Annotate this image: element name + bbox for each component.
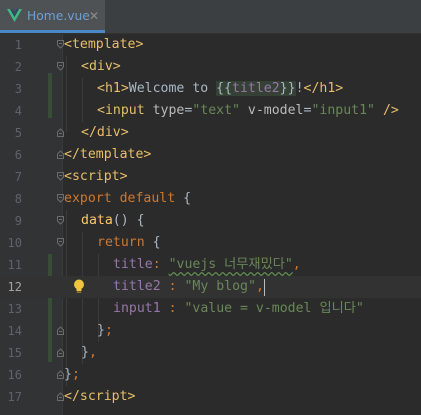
line-number: 17 — [7, 390, 22, 404]
code-text: }; — [97, 323, 113, 338]
line-number: 8 — [14, 192, 22, 206]
code-line[interactable]: 1 <template> — [0, 34, 421, 56]
line-number: 15 — [7, 346, 22, 360]
code-line[interactable]: 6 </template> — [0, 144, 421, 166]
close-icon[interactable]: ✕ — [89, 9, 99, 23]
code-text: </div> — [81, 125, 129, 140]
code-text: </script> — [64, 389, 136, 404]
code-text: data() { — [81, 213, 145, 228]
editor-tab-bar: Home.vue ✕ — [0, 0, 421, 34]
fold-icon[interactable] — [57, 348, 64, 357]
code-line[interactable]: 16 }; — [0, 364, 421, 386]
code-text: export default { — [64, 191, 192, 206]
line-number: 9 — [14, 214, 22, 228]
code-text: title2 : "My blog", — [113, 279, 264, 294]
code-line[interactable]: 4 <input type="text" v-model="input1" /> — [0, 100, 421, 122]
line-number: 12 — [7, 280, 22, 294]
fold-icon[interactable] — [57, 62, 64, 71]
code-text: <input type="text" v-model="input1" /> — [97, 103, 399, 118]
line-number: 16 — [7, 368, 22, 382]
fold-icon[interactable] — [57, 216, 64, 225]
code-line[interactable]: 11 title: "vuejs 너무재밌다", — [0, 254, 421, 276]
code-text: title: "vuejs 너무재밌다", — [113, 257, 301, 272]
code-text: <script> — [64, 169, 128, 184]
code-text: return { — [97, 235, 161, 250]
ide-window: Home.vue ✕ 1 <template> 2 <div> 3 <h1>We… — [0, 0, 421, 415]
text-caret — [264, 279, 265, 296]
code-line[interactable]: 7 <script> — [0, 166, 421, 188]
code-line[interactable]: 5 </div> — [0, 122, 421, 144]
line-number: 7 — [14, 170, 22, 184]
line-number: 2 — [14, 60, 22, 74]
code-text: </template> — [64, 147, 152, 162]
tab-filename: Home.vue — [27, 9, 90, 23]
fold-icon[interactable] — [57, 370, 64, 379]
line-number: 5 — [14, 126, 22, 140]
code-text: <h1>Welcome to {{title2}}!</h1> — [97, 81, 344, 96]
code-line[interactable]: 10 return { — [0, 232, 421, 254]
line-number: 1 — [14, 38, 22, 52]
code-line[interactable]: 17 </script> — [0, 386, 421, 408]
code-text: input1 : "value = v-model 입니다" — [113, 301, 364, 316]
code-line[interactable]: 9 data() { — [0, 210, 421, 232]
code-text: <div> — [81, 59, 121, 74]
fold-icon[interactable] — [57, 326, 64, 335]
line-number: 6 — [14, 148, 22, 162]
code-editor[interactable]: 1 <template> 2 <div> 3 <h1>Welcome to {{… — [0, 34, 421, 415]
fold-icon[interactable] — [57, 128, 64, 137]
line-number: 11 — [7, 258, 22, 272]
code-text: }; — [64, 367, 80, 382]
fold-icon[interactable] — [57, 172, 64, 181]
fold-icon[interactable] — [57, 194, 64, 203]
code-line-current[interactable]: 12 title2 : "My blog", — [0, 276, 421, 298]
fold-icon[interactable] — [57, 238, 64, 247]
line-number: 14 — [7, 324, 22, 338]
fold-icon[interactable] — [57, 150, 64, 159]
line-number: 13 — [7, 302, 22, 316]
line-number: 4 — [14, 104, 22, 118]
code-line[interactable]: 3 <h1>Welcome to {{title2}}!</h1> — [0, 78, 421, 100]
fold-icon[interactable] — [57, 40, 64, 49]
code-line[interactable]: 8 export default { — [0, 188, 421, 210]
code-text: }, — [81, 345, 97, 360]
line-number: 3 — [14, 82, 22, 96]
tab-home-vue[interactable]: Home.vue ✕ — [0, 0, 105, 33]
vue-logo-icon — [7, 9, 22, 22]
code-line[interactable]: 2 <div> — [0, 56, 421, 78]
intention-bulb-icon[interactable] — [73, 279, 85, 295]
code-line[interactable]: 14 }; — [0, 320, 421, 342]
code-line[interactable]: 13 input1 : "value = v-model 입니다" — [0, 298, 421, 320]
line-number: 10 — [7, 236, 22, 250]
fold-icon[interactable] — [57, 392, 64, 401]
code-text: <template> — [64, 37, 144, 52]
code-line[interactable]: 15 }, — [0, 342, 421, 364]
